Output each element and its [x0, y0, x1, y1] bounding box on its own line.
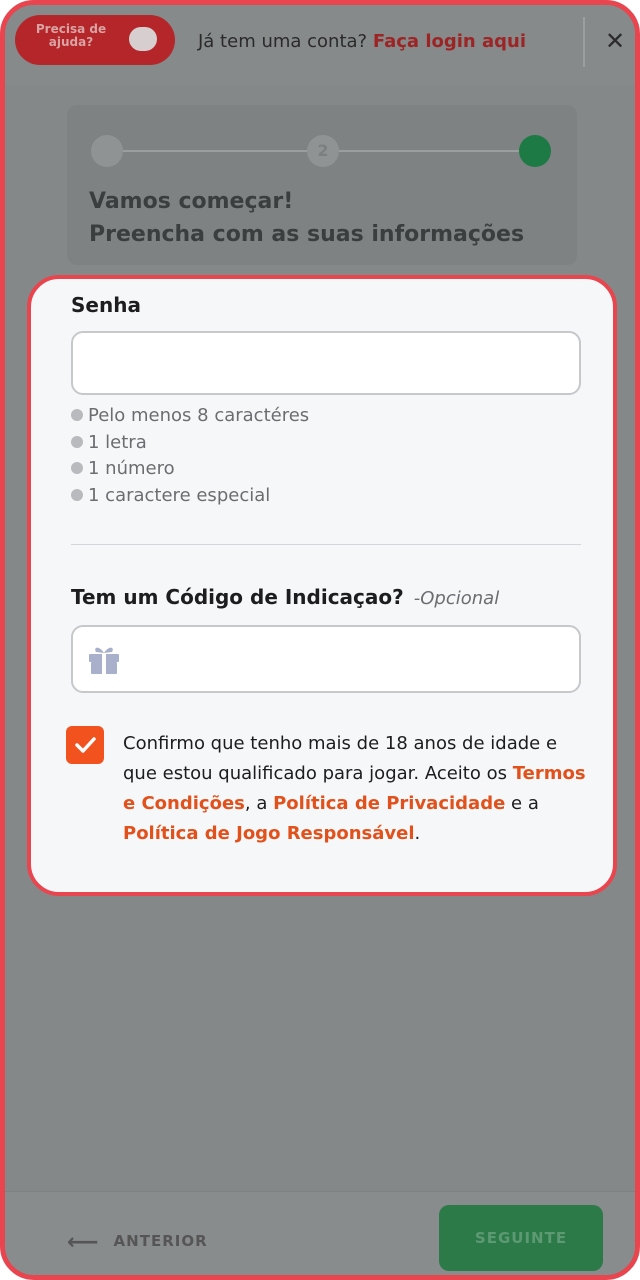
optional-tag: -Opcional [413, 588, 500, 609]
referral-code-field[interactable] [71, 625, 581, 693]
have-account-text: Já tem uma conta? [198, 31, 368, 52]
stepper-title: Vamos começar! Preencha com as suas info… [89, 185, 524, 251]
form-panel: Senha Pelo menos 8 caractéres 1 letra 1 … [27, 275, 617, 896]
step-2-indicator: 2 [307, 135, 339, 167]
referral-label-text: Tem um Código de Indicaçao? [71, 585, 404, 609]
help-label: Precisa de ajuda? [35, 22, 107, 49]
requirement-min-length: Pelo menos 8 caractéres [71, 405, 309, 426]
stepper-title-line2: Preencha com as suas informações [89, 222, 525, 247]
step-3-indicator [519, 135, 551, 167]
password-input[interactable] [71, 331, 581, 395]
requirement-text: 1 caractere especial [88, 485, 271, 506]
header-divider [583, 17, 585, 67]
age-confirm-checkbox[interactable] [66, 726, 104, 764]
login-link[interactable]: Faça login aqui [373, 31, 526, 52]
requirement-dot-icon [71, 409, 83, 421]
close-icon[interactable]: ✕ [601, 27, 629, 55]
requirement-dot-icon [71, 462, 83, 474]
requirement-text: 1 número [88, 458, 175, 479]
gift-icon [89, 647, 119, 674]
top-bar: Precisa de ajuda? Já tem uma conta? Faça… [5, 5, 635, 85]
section-divider [71, 544, 581, 545]
referral-label: Tem um Código de Indicaçao? -Opcional [71, 585, 499, 609]
requirement-text: Pelo menos 8 caractéres [88, 405, 310, 426]
responsible-gaming-link[interactable]: Política de Jogo Responsável [123, 823, 415, 844]
requirement-dot-icon [71, 489, 83, 501]
stepper-title-line1: Vamos começar! [89, 189, 294, 214]
step-1-indicator [91, 135, 123, 167]
privacy-policy-link[interactable]: Política de Privacidade [273, 793, 505, 814]
consent-text-part: e a [505, 793, 539, 814]
password-label: Senha [71, 293, 141, 317]
requirement-special: 1 caractere especial [71, 485, 270, 506]
consent-text-part: Confirmo que tenho mais de 18 anos de id… [123, 733, 558, 784]
back-label: ANTERIOR [113, 1232, 208, 1250]
consent-text: Confirmo que tenho mais de 18 anos de id… [123, 729, 593, 849]
have-account-prompt: Já tem uma conta? Faça login aqui [198, 31, 526, 52]
back-button[interactable]: ⟵ ANTERIOR [67, 1227, 208, 1255]
next-button[interactable]: SEGUINTE [439, 1205, 603, 1271]
screen-frame: Precisa de ajuda? Já tem uma conta? Faça… [0, 0, 640, 1280]
help-button[interactable]: Precisa de ajuda? [15, 15, 175, 65]
requirement-letter: 1 letra [71, 432, 147, 453]
requirement-text: 1 letra [88, 432, 147, 453]
chat-bubble-icon [129, 27, 157, 51]
requirement-dot-icon [71, 436, 83, 448]
stepper-card: 2 Vamos começar! Preencha com as suas in… [67, 105, 577, 265]
consent-text-part: . [414, 823, 421, 844]
requirement-number: 1 número [71, 458, 175, 479]
arrow-left-icon: ⟵ [67, 1230, 100, 1255]
checkmark-icon [75, 737, 96, 753]
consent-text-part: , a [244, 793, 274, 814]
